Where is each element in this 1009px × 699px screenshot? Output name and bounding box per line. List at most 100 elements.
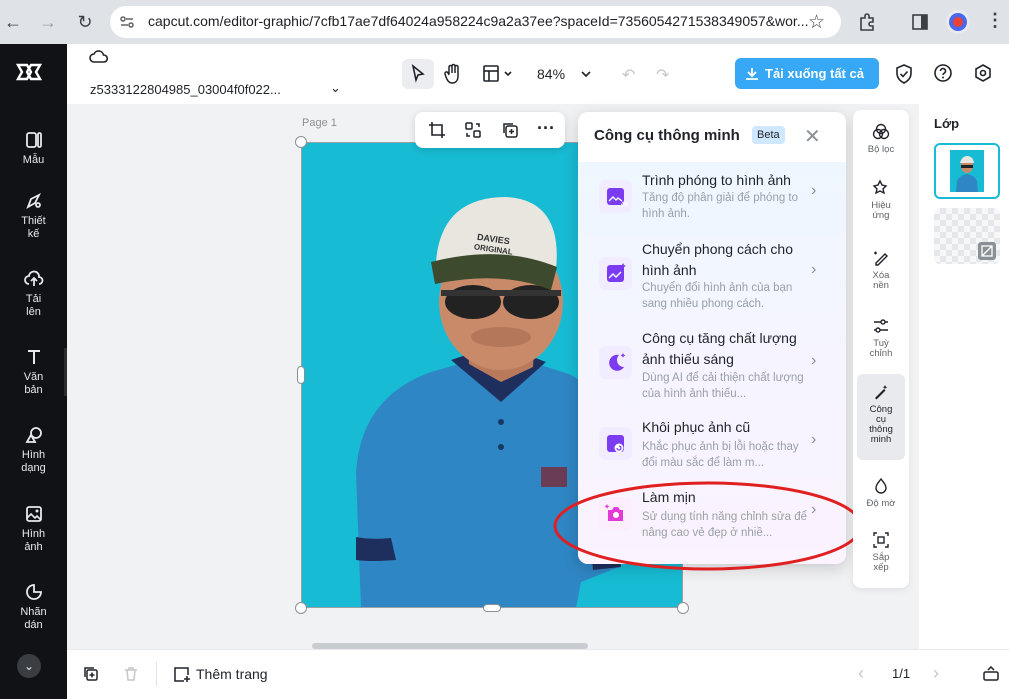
close-icon[interactable]: ✕ (804, 124, 821, 149)
bookmark-star-icon[interactable]: ☆ (808, 11, 825, 34)
sidebar-item-stickers[interactable]: Nhãn dán (0, 582, 67, 632)
chevron-down-icon[interactable]: ⌄ (17, 654, 41, 678)
chevron-right-icon: › (811, 182, 817, 199)
rail-item-remove-bg[interactable]: Xóa nền (853, 248, 909, 291)
rail-item-smart-tools[interactable]: Công cụ thông minh (853, 382, 909, 445)
tool-old-photo-restoration[interactable]: Khôi phục ảnh cũ Khắc phục ảnh bị lỗi ho… (578, 417, 846, 487)
forward-icon[interactable]: → (37, 11, 59, 33)
sidebar-item-label: Văn bản (23, 371, 44, 396)
chevron-right-icon: › (811, 352, 817, 369)
resize-handle-bottom[interactable] (483, 604, 501, 612)
reload-icon[interactable]: ↻ (74, 11, 96, 33)
sidebar-item-label: Hình dạng (21, 449, 46, 474)
tool-low-light-enhancer[interactable]: Công cụ tăng chất lượng ảnh thiếu sáng D… (578, 328, 846, 400)
sidebar-item-label: Mẫu (22, 154, 45, 166)
redo-icon[interactable]: ↷ (656, 65, 669, 85)
sidebar-item-label: Tải lên (25, 293, 42, 318)
page-counter: 1/1 (892, 666, 911, 681)
rail-item-label: Độ mờ (866, 498, 896, 509)
tool-rail: Bộ lọc Hiệu ứng Xóa nền Tuỳ chỉnh Công c… (853, 110, 909, 588)
layer-thumbnail-photo[interactable] (934, 143, 1000, 199)
settings-icon[interactable] (973, 63, 993, 88)
layers-panel: Lớp (919, 104, 1009, 649)
next-page-icon[interactable]: › (933, 663, 939, 684)
rail-item-arrange[interactable]: Sắp xếp (853, 530, 909, 573)
crop-icon[interactable] (428, 121, 446, 139)
undo-icon[interactable]: ↶ (622, 65, 635, 85)
sidebar-item-upload[interactable]: Tải lên (0, 269, 67, 319)
chevron-right-icon: › (811, 261, 817, 278)
sidebar-item-label: Nhãn dán (20, 606, 47, 631)
tool-desc: Khắc phục ảnh bị lỗi hoặc thay đổi màu s… (642, 441, 799, 469)
sidebar-item-templates[interactable]: Mẫu (0, 130, 67, 167)
shield-icon[interactable] (894, 63, 914, 90)
download-all-button[interactable]: Tải xuống tất cả (735, 58, 879, 89)
url-text[interactable]: capcut.com/editor-graphic/7cfb17ae7df640… (148, 13, 808, 29)
rail-item-filters[interactable]: Bộ lọc (853, 122, 909, 155)
image-icon (25, 506, 42, 522)
back-icon[interactable]: ← (2, 11, 24, 33)
hand-tool-icon[interactable] (443, 63, 463, 90)
rail-item-label: Sắp xếp (872, 552, 890, 573)
arrange-icon (873, 532, 889, 548)
upscale-icon-text: 4K (621, 202, 629, 208)
rail-item-opacity[interactable]: Độ mờ (853, 476, 909, 509)
resize-handle-bottom-left[interactable] (295, 602, 307, 614)
expand-pages-icon[interactable] (982, 666, 1000, 682)
restore-photo-icon (599, 427, 632, 460)
text-icon (27, 350, 40, 364)
layer-thumbnail-image (950, 150, 984, 192)
rail-item-label: Tuỳ chỉnh (869, 338, 893, 359)
opacity-icon (875, 477, 887, 494)
tool-image-upscaler[interactable]: 4K Trình phóng to hình ảnh Tăng độ phân … (578, 170, 846, 240)
sidebar-item-text[interactable]: Văn bản (0, 347, 67, 397)
beta-badge: Beta (752, 126, 785, 144)
add-layer-icon[interactable] (83, 666, 99, 682)
browser-menu-icon[interactable]: ⋮ (986, 10, 1004, 31)
sidebar-item-shapes[interactable]: Hình dạng (0, 425, 67, 475)
upload-icon (23, 270, 43, 286)
resize-handle-left[interactable] (297, 366, 305, 384)
rail-item-effects[interactable]: Hiệu ứng (853, 178, 909, 221)
tool-title: Khôi phục ảnh cũ (642, 419, 751, 435)
replace-icon[interactable] (464, 121, 482, 139)
rail-item-adjust[interactable]: Tuỳ chỉnh (853, 316, 909, 359)
tool-style-transfer[interactable]: Chuyển phong cách cho hình ảnh Chuyển đổ… (578, 239, 846, 310)
capcut-logo[interactable] (15, 62, 43, 87)
tool-title: Công cụ tăng chất lượng ảnh thiếu sáng (642, 330, 797, 367)
zoom-chevron-down-icon[interactable] (580, 66, 592, 84)
style-transfer-icon (599, 257, 632, 290)
profile-avatar[interactable] (946, 10, 970, 34)
rail-item-label: Công cụ thông minh (869, 404, 893, 445)
background-layer-icon (978, 242, 996, 260)
cloud-save-icon (89, 48, 109, 69)
sticker-icon (25, 584, 42, 600)
more-options-icon[interactable]: ··· (537, 118, 555, 139)
resize-handle-bottom-right[interactable] (677, 602, 689, 614)
cursor-icon (411, 63, 425, 83)
extensions-icon[interactable] (857, 12, 877, 37)
download-icon (746, 68, 758, 80)
file-menu-chevron-icon[interactable]: ⌄ (330, 80, 341, 96)
site-settings-icon[interactable] (119, 14, 135, 35)
select-tool-button[interactable] (402, 59, 434, 89)
file-name[interactable]: z5333122804985_03004f0f022... (90, 82, 281, 97)
resize-handle-top-left[interactable] (295, 136, 307, 148)
duplicate-icon[interactable] (501, 121, 519, 139)
layers-title: Lớp (934, 116, 960, 131)
tool-desc: Chuyển đổi hình ảnh của bạn sang nhiều p… (642, 282, 793, 310)
side-panel-icon[interactable] (911, 13, 929, 36)
help-icon[interactable] (933, 63, 953, 88)
prev-page-icon[interactable]: ‹ (858, 663, 864, 684)
zoom-level[interactable]: 84% (537, 66, 565, 82)
add-page-icon (174, 667, 190, 682)
delete-icon[interactable] (123, 666, 139, 682)
highlight-ellipse (553, 481, 863, 571)
layout-icon[interactable] (482, 64, 514, 89)
design-icon (25, 192, 41, 210)
sidebar-item-images[interactable]: Hình ảnh (0, 504, 67, 554)
effects-icon (872, 179, 888, 195)
add-page-label: Thêm trang (196, 666, 268, 682)
sidebar-item-design[interactable]: Thiết kế (0, 191, 67, 241)
layer-thumbnail-background[interactable] (934, 208, 1000, 264)
